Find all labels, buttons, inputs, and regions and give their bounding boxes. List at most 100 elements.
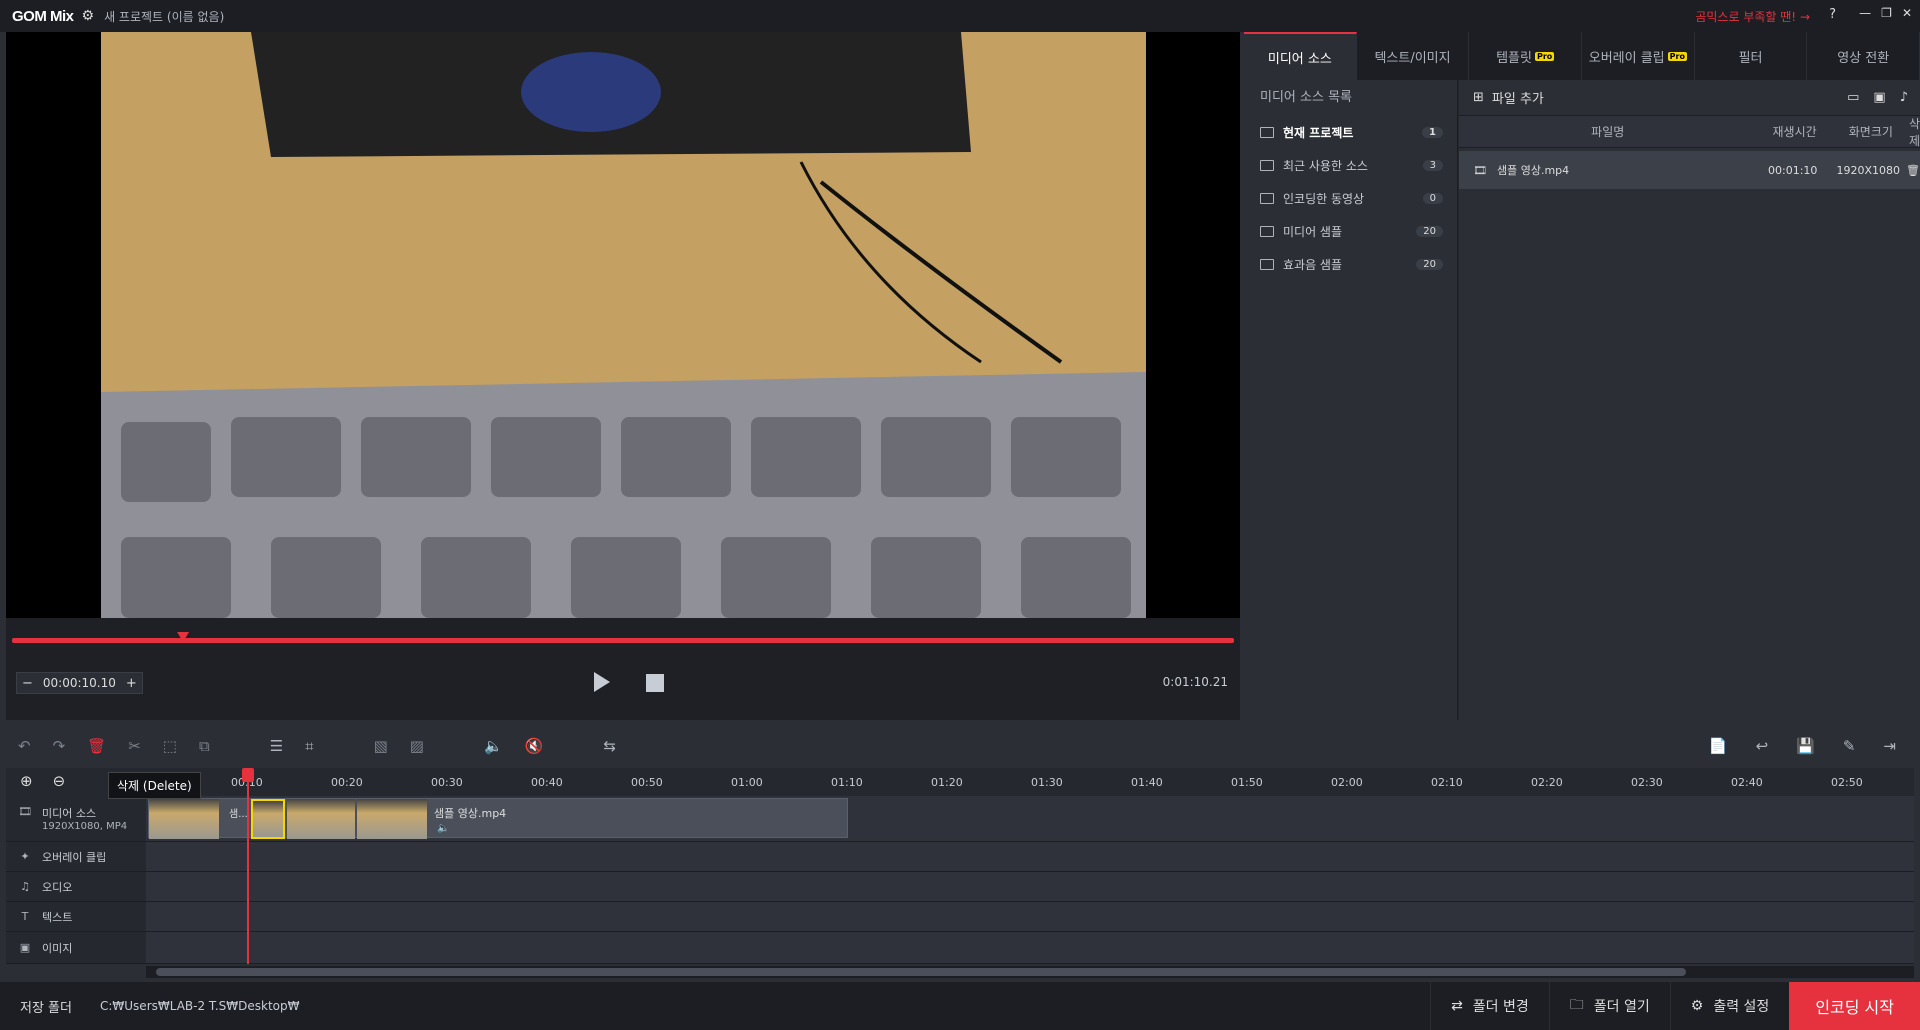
tick-label: 01:50: [1231, 776, 1263, 789]
export-icon[interactable]: ⇥: [1883, 737, 1896, 755]
output-settings-button[interactable]: ⚙ 출력 설정: [1669, 982, 1790, 1030]
promo-link[interactable]: 곰믹스로 부족할 땐! →: [1695, 8, 1810, 25]
play-button[interactable]: [594, 672, 610, 692]
seek-bar[interactable]: [12, 638, 1234, 643]
tick-label: 00:20: [331, 776, 363, 789]
clip-thumb: [149, 799, 219, 839]
zoom-in-icon[interactable]: ⊕: [20, 772, 33, 790]
image-icon[interactable]: ▧: [374, 737, 388, 755]
source-list-title: 미디어 소스 목록: [1260, 90, 1352, 105]
copy-icon[interactable]: ⧉: [199, 737, 210, 755]
tab-transition[interactable]: 영상 전환: [1807, 32, 1920, 80]
clip-thumb-selected[interactable]: [251, 799, 285, 839]
new-project-icon[interactable]: 📄: [1709, 737, 1728, 755]
tab-media-source[interactable]: 미디어 소스: [1244, 32, 1357, 80]
select-icon[interactable]: ⬚: [163, 737, 177, 755]
file-name: 샘플 영상.mp4: [1496, 164, 1570, 177]
time-stepper[interactable]: − 00:00:10.10 +: [16, 672, 143, 694]
source-count: 20: [1416, 226, 1443, 237]
minimize-icon[interactable]: —: [1859, 6, 1871, 20]
mute-icon[interactable]: 🔇: [525, 737, 544, 755]
save-icon[interactable]: 💾: [1796, 737, 1815, 755]
tab-overlay-clip[interactable]: 오버레이 클립 Pro: [1582, 32, 1695, 80]
video-clip[interactable]: 샘... 샘플 영상.mp4 🔈: [148, 798, 848, 839]
redo-icon[interactable]: ↷: [53, 737, 66, 755]
track-audio[interactable]: ♫ 오디오: [6, 872, 146, 902]
change-folder-button[interactable]: ⇄ 폴더 변경: [1430, 982, 1549, 1030]
music-note-icon[interactable]: ♪: [1900, 90, 1908, 105]
source-item-encoded[interactable]: 인코딩한 동영상 0: [1244, 182, 1457, 215]
add-file-button[interactable]: 파일 추가: [1492, 88, 1544, 107]
arrow-right-icon: →: [1799, 10, 1810, 24]
minus-icon[interactable]: −: [17, 676, 38, 691]
encode-start-button[interactable]: 인코딩 시작: [1789, 982, 1920, 1030]
tab-filter[interactable]: 필터: [1695, 32, 1808, 80]
restore-icon[interactable]: ❐: [1881, 6, 1892, 20]
bottom-bar: 저장 폴더 C:₩Users₩LAB-2 T.S₩Desktop₩ ⇄ 폴더 변경…: [0, 982, 1920, 1030]
timeline-ruler[interactable]: ⊕ ⊖ 00:10 00:20 00:30 00:40 00:50 01:00 …: [6, 768, 1914, 796]
open-project-icon[interactable]: ↩: [1756, 737, 1769, 755]
col-duration[interactable]: 재생시간: [1756, 123, 1832, 140]
audio-lane[interactable]: [146, 872, 1914, 902]
delete-icon[interactable]: 🗑: [87, 737, 106, 755]
preview-panel: − 00:00:10.10 + 0:01:10.21: [6, 32, 1240, 720]
source-label: 현재 프로젝트: [1283, 126, 1354, 140]
view-list-icon[interactable]: ▭: [1847, 90, 1859, 105]
track-image[interactable]: ▣ 이미지: [6, 932, 146, 964]
tab-label: 텍스트/이미지: [1374, 50, 1451, 66]
tick-label: 00:40: [531, 776, 563, 789]
gear-icon[interactable]: ⚙: [82, 8, 95, 24]
source-item-current-project[interactable]: 현재 프로젝트 1: [1244, 116, 1457, 149]
media-lane[interactable]: 샘... 샘플 영상.mp4 🔈: [146, 796, 1914, 842]
track-overlay[interactable]: ✦ 오버레이 클립: [6, 842, 146, 872]
clip-thumb: [287, 799, 355, 839]
image-lane[interactable]: [146, 932, 1914, 964]
view-thumb-icon[interactable]: ▣: [1873, 90, 1885, 105]
file-table-header: 파일명 재생시간 화면크기 삭제: [1459, 116, 1920, 148]
volume-icon[interactable]: 🔈: [484, 737, 503, 755]
tab-template[interactable]: 템플릿 Pro: [1469, 32, 1583, 80]
plus-icon[interactable]: +: [121, 676, 142, 691]
current-time[interactable]: 00:00:10.10: [38, 676, 121, 690]
pro-badge: Pro: [1667, 51, 1687, 61]
add-file-icon[interactable]: ⊞: [1473, 90, 1484, 105]
trash-icon[interactable]: 🗑: [1906, 164, 1920, 177]
titlebar: GOM Mix ⚙ 새 프로젝트 (이름 없음) 곰믹스로 부족할 땐! → ?…: [0, 0, 1920, 32]
tab-label: 오버레이 클립: [1588, 50, 1665, 66]
zoom-out-icon[interactable]: ⊖: [53, 772, 66, 790]
track-media-source[interactable]: 🎞 미디어 소스 1920X1080, MP4: [6, 796, 146, 842]
close-icon[interactable]: ✕: [1902, 6, 1912, 20]
transition-icon[interactable]: ⇆: [603, 737, 616, 755]
help-button[interactable]: ?: [1829, 7, 1836, 22]
playhead-handle[interactable]: [242, 768, 254, 782]
source-item-recent[interactable]: 최근 사용한 소스 3: [1244, 149, 1457, 182]
scrollbar-thumb[interactable]: [156, 968, 1686, 976]
button-label: 폴더 열기: [1593, 999, 1650, 1015]
save-as-icon[interactable]: ✎: [1843, 737, 1856, 755]
stop-button[interactable]: [646, 674, 664, 692]
overlay-lane[interactable]: [146, 842, 1914, 872]
col-filename[interactable]: 파일명: [1459, 123, 1756, 140]
cut-icon[interactable]: ✂: [128, 737, 141, 755]
track-text[interactable]: T 텍스트: [6, 902, 146, 932]
right-panel: 미디어 소스 텍스트/이미지 템플릿 Pro 오버레이 클립 Pro 필터 영상 전…: [1244, 32, 1920, 720]
text-lane[interactable]: [146, 902, 1914, 932]
tab-text-image[interactable]: 텍스트/이미지: [1357, 32, 1470, 80]
image-alt-icon[interactable]: ▨: [410, 737, 424, 755]
adjust-icon[interactable]: ☰: [270, 737, 283, 755]
playhead[interactable]: [247, 768, 249, 964]
audio-icon: 🔈: [437, 823, 450, 834]
source-item-media-samples[interactable]: 미디어 샘플 20: [1244, 215, 1457, 248]
source-item-sfx-samples[interactable]: 효과음 샘플 20: [1244, 248, 1457, 281]
track-label: 미디어 소스: [42, 807, 97, 820]
undo-icon[interactable]: ↶: [18, 737, 31, 755]
source-label: 효과음 샘플: [1283, 258, 1343, 272]
source-count: 0: [1422, 193, 1443, 204]
col-size[interactable]: 화면크기: [1833, 123, 1909, 140]
source-label: 미디어 샘플: [1283, 225, 1343, 239]
button-label: 폴더 변경: [1472, 999, 1529, 1015]
crop-icon[interactable]: ⌗: [305, 737, 313, 755]
file-row[interactable]: 🎞 샘플 영상.mp4 00:01:10 1920X1080 🗑: [1459, 151, 1920, 189]
open-folder-button[interactable]: 🗀 폴더 열기: [1548, 982, 1670, 1030]
timeline-scrollbar[interactable]: [146, 966, 1914, 978]
